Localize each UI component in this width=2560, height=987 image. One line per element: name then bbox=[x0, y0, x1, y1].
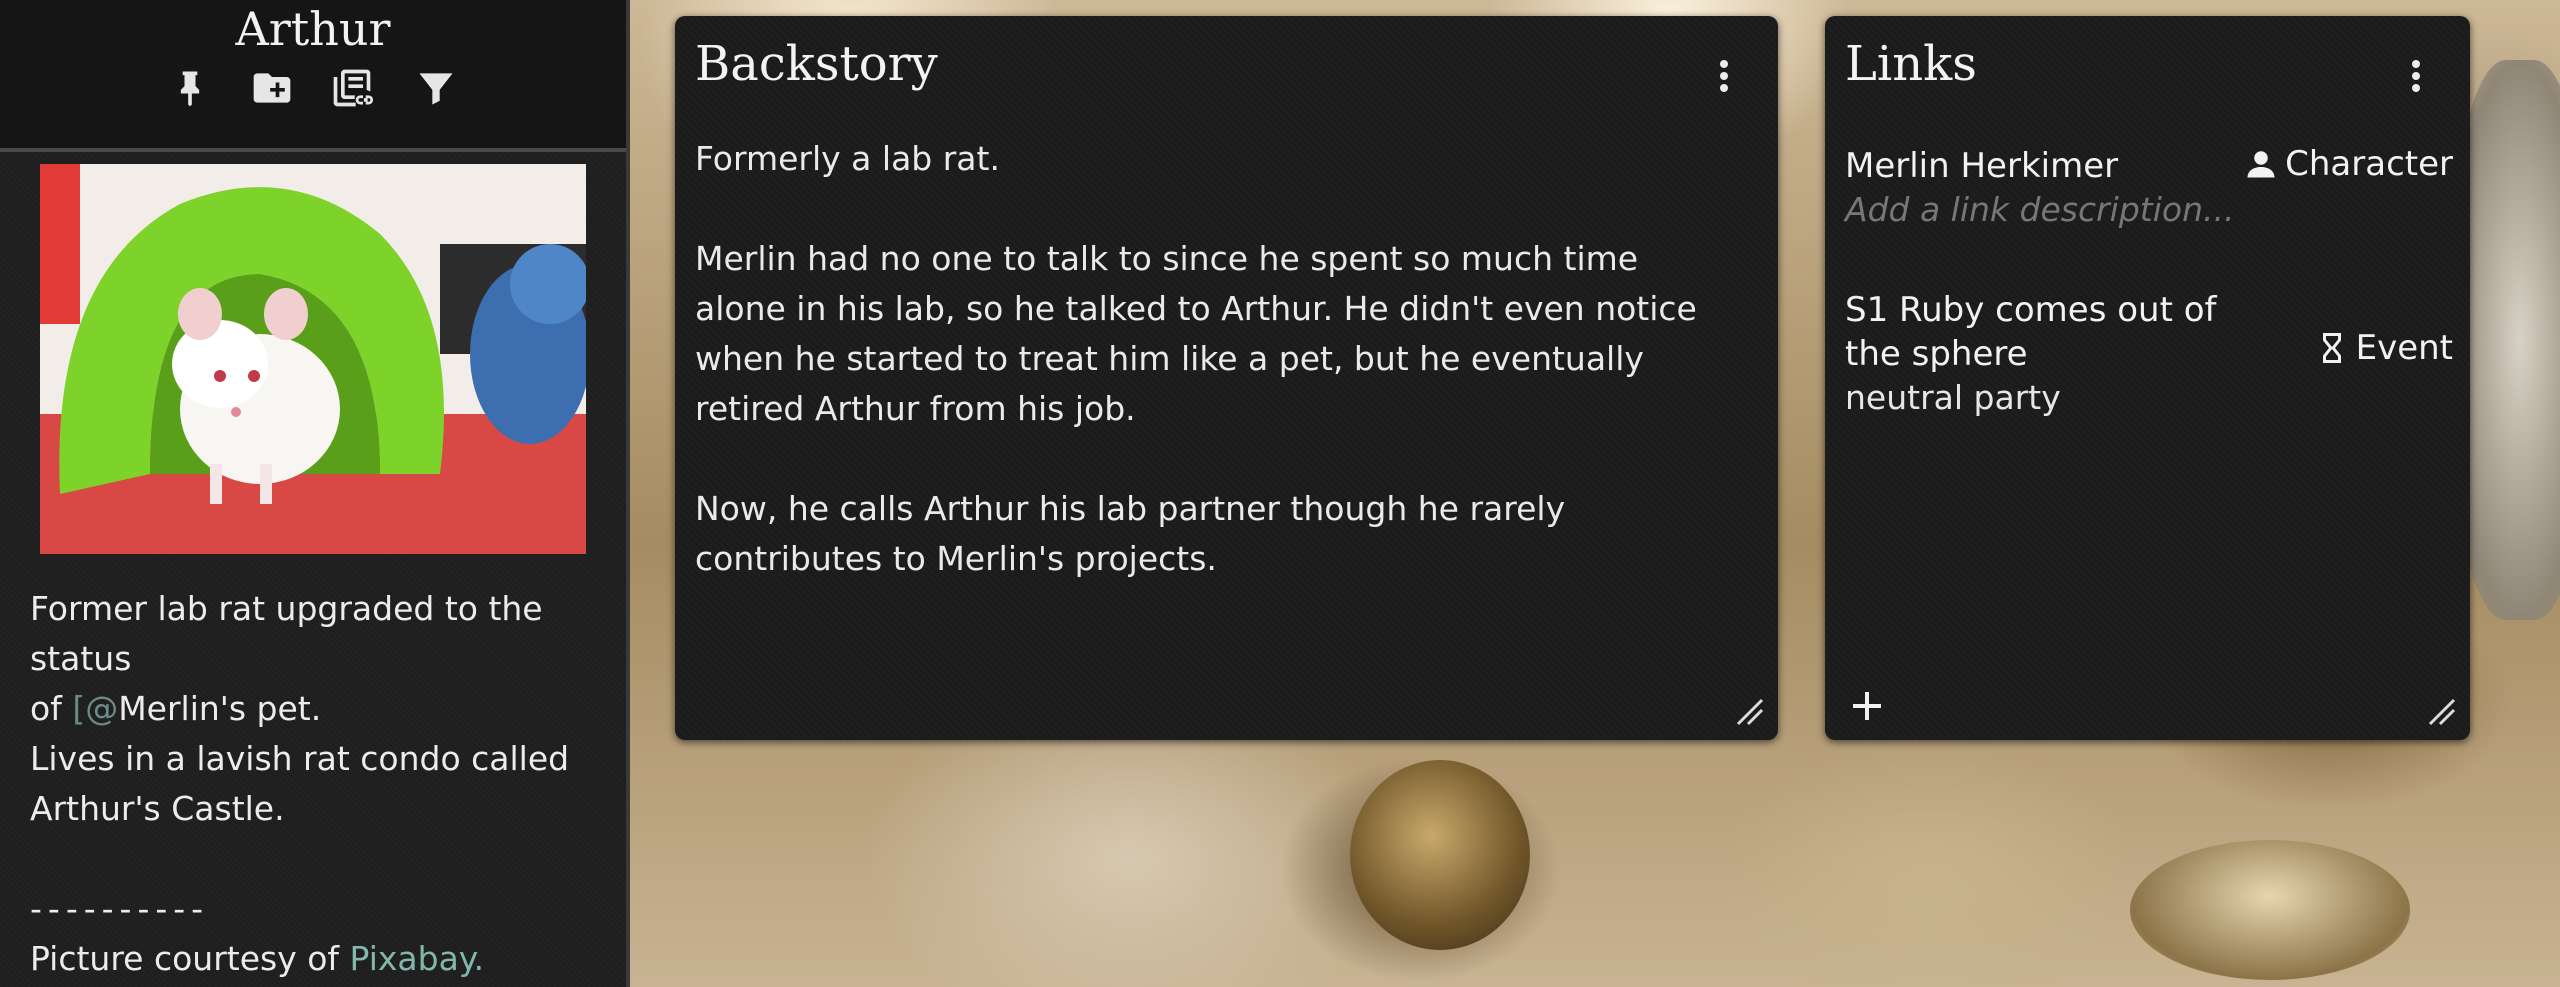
backstory-paragraph: Formerly a lab rat. bbox=[695, 139, 1000, 178]
links-menu-icon[interactable] bbox=[2404, 56, 2428, 100]
links-card: Links Merlin Herkimer Add a link descrip… bbox=[1825, 16, 2470, 740]
link-item[interactable]: S1 Ruby comes out of the sphere neutral … bbox=[1845, 288, 2453, 420]
add-folder-icon[interactable] bbox=[250, 66, 294, 110]
entity-description: Former lab rat upgraded to the status of… bbox=[30, 584, 600, 984]
filter-icon[interactable] bbox=[414, 66, 458, 110]
link-item[interactable]: Merlin Herkimer Add a link description..… bbox=[1845, 144, 2453, 232]
backstory-menu-icon[interactable] bbox=[1712, 56, 1736, 100]
credit-line: Picture courtesy of Pixabay. bbox=[30, 934, 600, 984]
mention-at: @ bbox=[85, 689, 119, 728]
resize-handle-icon[interactable] bbox=[2426, 696, 2458, 728]
link-type-label: Event bbox=[2355, 328, 2453, 368]
description-line: Lives in a lavish rat condo called Arthu… bbox=[30, 739, 570, 828]
link-name[interactable]: S1 Ruby comes out of the sphere bbox=[1845, 288, 2265, 376]
resize-handle-icon[interactable] bbox=[1734, 696, 1766, 728]
add-link-plus-icon[interactable] bbox=[1847, 686, 1887, 726]
mention-bracket: [ bbox=[72, 689, 86, 728]
link-type-label: Character bbox=[2285, 144, 2453, 184]
link-description[interactable]: neutral party bbox=[1845, 376, 2445, 420]
ornament-shape bbox=[1350, 760, 1530, 950]
backstory-text[interactable]: Formerly a lab rat. Merlin had no one to… bbox=[695, 134, 1735, 634]
entity-sidebar: Arthur Former lab rat upgraded to the st… bbox=[0, 0, 630, 987]
entity-portrait bbox=[40, 164, 586, 554]
credit-text: Picture courtesy of bbox=[30, 939, 350, 978]
linked-notes-icon[interactable] bbox=[330, 66, 374, 110]
description-text: of bbox=[30, 689, 73, 728]
pin-icon[interactable] bbox=[168, 66, 212, 110]
backstory-paragraph: Merlin had no one to talk to since he sp… bbox=[695, 239, 1697, 428]
link-description-placeholder[interactable]: Add a link description... bbox=[1845, 188, 2445, 232]
description-line: Former lab rat upgraded to the status of… bbox=[30, 584, 600, 734]
hourglass-icon bbox=[2322, 333, 2341, 363]
description-text: 's pet. bbox=[219, 689, 322, 728]
divider-text: ---------- bbox=[30, 889, 210, 928]
ornament-shape bbox=[2130, 840, 2410, 980]
mention-merlin[interactable]: Merlin bbox=[118, 689, 220, 728]
link-type: Event bbox=[2314, 328, 2453, 368]
description-text: Former lab rat upgraded to the status bbox=[30, 589, 543, 678]
pixabay-link[interactable]: Pixabay. bbox=[350, 939, 485, 978]
backstory-paragraph: Now, he calls Arthur his lab partner tho… bbox=[695, 489, 1566, 578]
links-title: Links bbox=[1845, 36, 1977, 92]
person-icon bbox=[2247, 151, 2275, 178]
backstory-title: Backstory bbox=[695, 36, 938, 92]
link-type: Character bbox=[2243, 144, 2453, 184]
sidebar-header: Arthur bbox=[0, 0, 626, 152]
entity-title: Arthur bbox=[235, 2, 391, 56]
backstory-card: Backstory Formerly a lab rat. Merlin had… bbox=[675, 16, 1778, 740]
